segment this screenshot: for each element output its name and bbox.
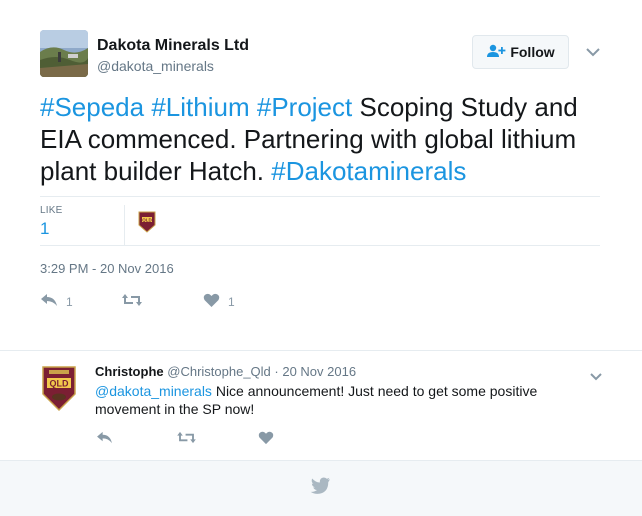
- reply-button[interactable]: 1: [40, 293, 73, 310]
- reply-text: @dakota_minerals Nice announcement! Just…: [95, 382, 565, 418]
- stat-divider: [124, 205, 125, 245]
- reply-date[interactable]: · 20 Nov 2016: [271, 364, 356, 379]
- retweet-icon: [176, 431, 197, 447]
- heart-icon: [203, 293, 220, 311]
- reply-retweet-button[interactable]: [176, 431, 197, 447]
- tweet-text-segment: [250, 92, 257, 122]
- author-avatar[interactable]: [40, 30, 88, 77]
- qld-maroons-badge-icon: QLD: [138, 211, 156, 233]
- like-stat-count[interactable]: 1: [40, 219, 49, 239]
- reply-author-name[interactable]: Christophe: [95, 364, 164, 379]
- reply-header: Christophe @Christophe_Qld · 20 Nov 2016: [95, 364, 356, 379]
- reply-like-button[interactable]: [258, 431, 274, 448]
- hashtag-link[interactable]: #Sepeda: [40, 92, 144, 122]
- like-count: 1: [228, 295, 235, 309]
- reply-mention[interactable]: @dakota_minerals: [95, 383, 212, 399]
- hashtag-link[interactable]: #Project: [257, 92, 352, 122]
- like-button[interactable]: 1: [203, 293, 235, 311]
- reply-author-handle[interactable]: @Christophe_Qld: [167, 364, 271, 379]
- divider: [40, 196, 600, 197]
- author-handle[interactable]: @dakota_minerals: [97, 58, 214, 74]
- reply-icon: [40, 293, 58, 310]
- heart-icon: [258, 431, 274, 448]
- chevron-down-icon[interactable]: [586, 44, 600, 62]
- liker-avatar[interactable]: QLD: [138, 211, 156, 233]
- reply-avatar[interactable]: QLD: [40, 364, 78, 412]
- author-name[interactable]: Dakota Minerals Ltd: [97, 37, 249, 55]
- tweet-text: #Sepeda #Lithium #Project Scoping Study …: [40, 91, 615, 187]
- reply-count: 1: [66, 294, 73, 309]
- svg-text:QLD: QLD: [50, 379, 69, 389]
- qld-maroons-badge-icon: QLD: [42, 366, 76, 412]
- twitter-bird-icon[interactable]: [309, 477, 331, 500]
- retweet-icon: [121, 293, 143, 310]
- hashtag-link[interactable]: #Lithium: [151, 92, 249, 122]
- follow-person-icon: [486, 44, 506, 61]
- hashtag-link[interactable]: #Dakotaminerals: [271, 156, 466, 186]
- section-divider: [0, 350, 642, 351]
- retweet-button[interactable]: [121, 293, 151, 310]
- like-stat-label: LIKE: [40, 205, 63, 216]
- reply-reply-button[interactable]: [96, 431, 113, 447]
- tweet-timestamp[interactable]: 3:29 PM - 20 Nov 2016: [40, 261, 174, 276]
- svg-text:QLD: QLD: [142, 217, 152, 222]
- reply-icon: [96, 431, 113, 447]
- chevron-down-icon[interactable]: [590, 368, 602, 386]
- divider: [40, 245, 600, 246]
- follow-label: Follow: [510, 44, 555, 60]
- follow-button[interactable]: Follow: [472, 35, 569, 69]
